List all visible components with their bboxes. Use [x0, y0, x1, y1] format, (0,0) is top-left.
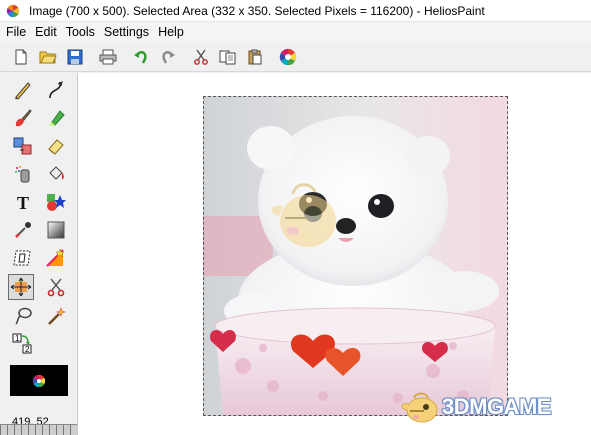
svg-text:T: T: [17, 193, 29, 212]
open-icon[interactable]: [37, 46, 59, 68]
watermark-text: 3DMGAME: [442, 394, 551, 419]
highlighter-icon[interactable]: [43, 105, 69, 131]
color-wheel-icon[interactable]: [277, 46, 299, 68]
menu-help[interactable]: Help: [157, 24, 185, 40]
transform-icon[interactable]: [10, 245, 36, 271]
svg-text:1: 1: [15, 334, 20, 343]
print-icon[interactable]: [97, 46, 119, 68]
move-selection-icon[interactable]: [8, 274, 34, 300]
title-bar: Image (700 x 500). Selected Area (332 x …: [0, 0, 591, 22]
tool-panel: T 12 419, 52: [0, 73, 77, 435]
scissors-icon[interactable]: [43, 274, 69, 300]
fill-bucket-icon[interactable]: [43, 161, 69, 187]
watermark: 3DMGAME: [398, 390, 551, 424]
window-title: Image (700 x 500). Selected Area (332 x …: [29, 3, 485, 18]
text-icon[interactable]: T: [10, 189, 36, 215]
color-palette-icon: [32, 374, 46, 387]
mascot-logo-icon: [401, 392, 438, 423]
swap-colors-icon[interactable]: 12: [10, 331, 36, 357]
gradient-icon[interactable]: [43, 217, 69, 243]
menu-settings[interactable]: Settings: [103, 24, 150, 40]
save-icon[interactable]: [64, 46, 86, 68]
main-toolbar: [0, 42, 591, 72]
redo-icon[interactable]: [157, 46, 179, 68]
clone-icon[interactable]: [10, 133, 36, 159]
cut-icon[interactable]: [190, 46, 212, 68]
new-icon[interactable]: [10, 46, 32, 68]
color-replace-icon[interactable]: [43, 245, 69, 271]
pencil-icon[interactable]: [10, 77, 36, 103]
svg-text:2: 2: [25, 345, 30, 354]
undo-icon[interactable]: [130, 46, 152, 68]
eyedropper-icon[interactable]: [10, 217, 36, 243]
menu-file[interactable]: File: [5, 24, 27, 40]
lasso-icon[interactable]: [10, 303, 36, 329]
curve-icon[interactable]: [43, 77, 69, 103]
spray-icon[interactable]: [10, 161, 36, 187]
menu-bar: File Edit Tools Settings Help: [0, 22, 591, 42]
brush-icon[interactable]: [10, 105, 36, 131]
menu-tools[interactable]: Tools: [65, 24, 96, 40]
status-bar: [0, 424, 77, 435]
eraser-icon[interactable]: [43, 133, 69, 159]
color-preview[interactable]: [10, 365, 68, 396]
copy-icon[interactable]: [217, 46, 239, 68]
heliospaint-app-icon: [5, 3, 21, 19]
shapes-icon[interactable]: [43, 189, 69, 215]
menu-edit[interactable]: Edit: [34, 24, 58, 40]
paste-icon[interactable]: [244, 46, 266, 68]
magic-wand-icon[interactable]: [43, 303, 69, 329]
selection-marquee[interactable]: [203, 96, 508, 416]
